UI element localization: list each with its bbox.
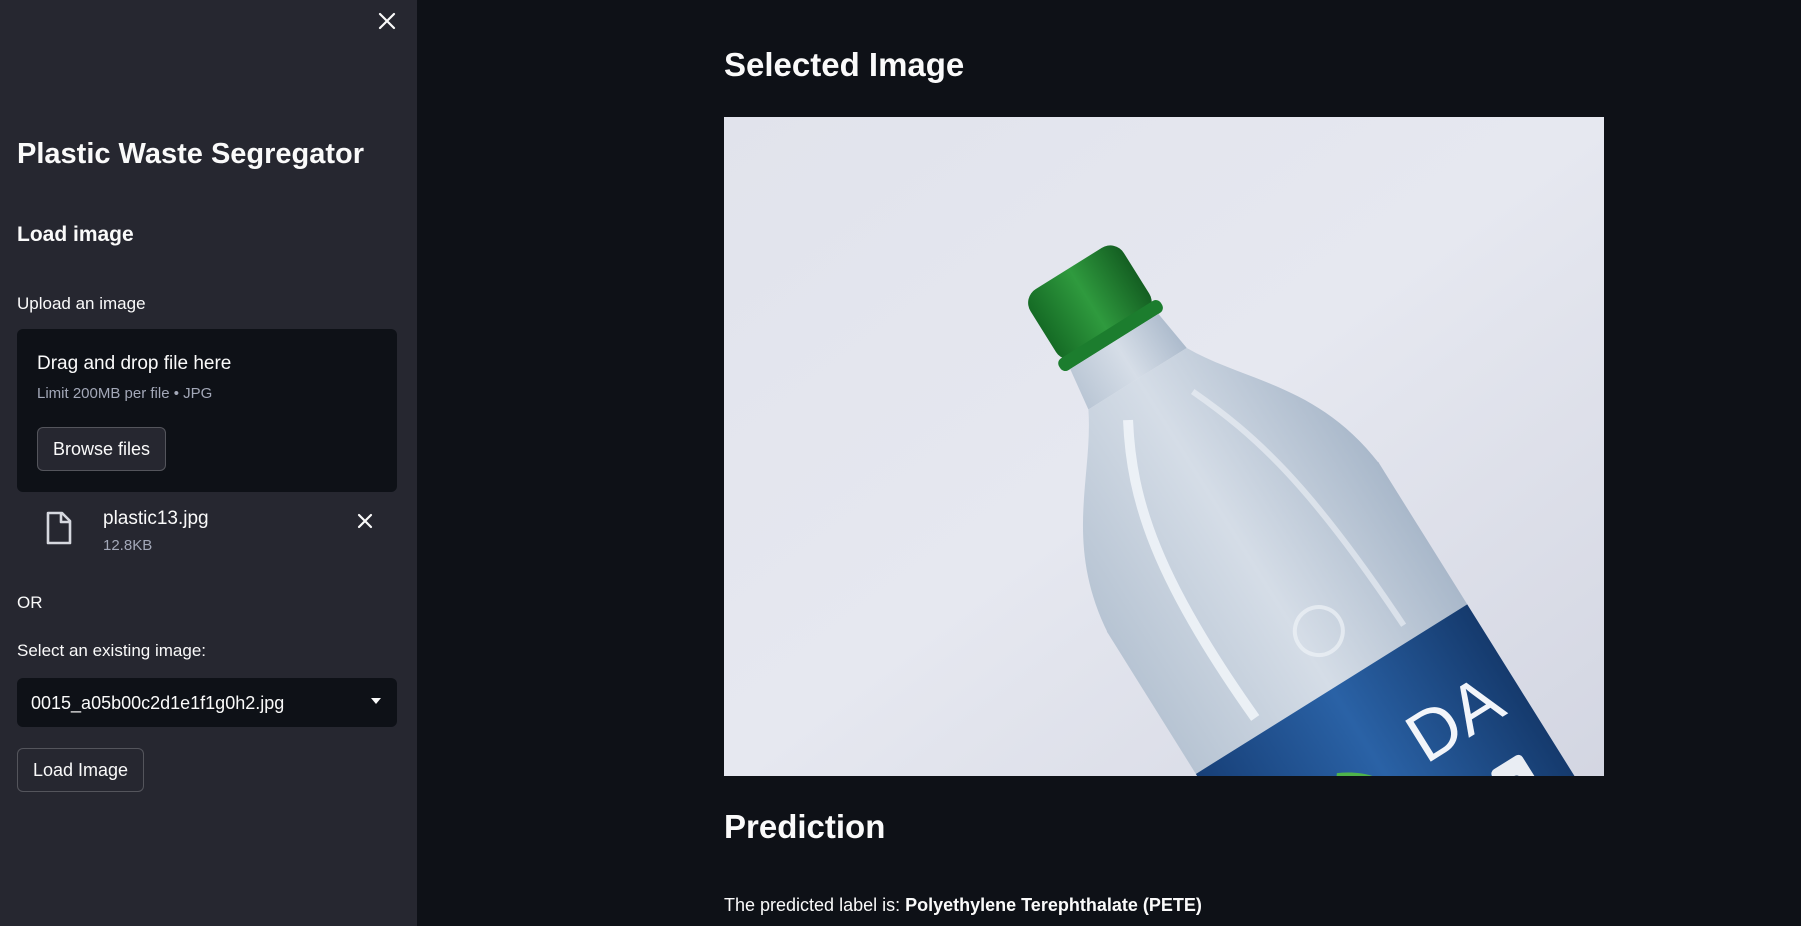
dropzone-limit: Limit 200MB per file • JPG (37, 385, 213, 402)
sidebar: Plastic Waste Segregator Load image Uplo… (0, 0, 417, 926)
close-icon (357, 513, 373, 529)
close-icon (378, 12, 396, 30)
app-title: Plastic Waste Segregator (17, 138, 365, 170)
or-text: OR (17, 593, 43, 612)
upload-label: Upload an image (17, 294, 146, 313)
caret-down-icon (371, 698, 381, 704)
load-image-subheader: Load image (17, 223, 134, 246)
prediction-heading: Prediction (724, 808, 886, 845)
file-name: plastic13.jpg (103, 508, 209, 529)
existing-image-select[interactable]: 0015_a05b00c2d1e1f1g0h2.jpg (17, 678, 397, 727)
file-dropzone[interactable]: Drag and drop file here Limit 200MB per … (17, 329, 397, 492)
prediction-result: The predicted label is: Polyethylene Ter… (724, 894, 1202, 916)
predicted-label: Polyethylene Terephthalate (PETE) (905, 895, 1202, 915)
bottle-photo: DA 0 (724, 117, 1604, 776)
sidebar-close-button[interactable] (374, 8, 400, 34)
load-image-button[interactable]: Load Image (17, 748, 145, 792)
file-size: 12.8KB (103, 537, 153, 554)
prediction-prefix: The predicted label is: (724, 895, 906, 915)
browse-files-button[interactable]: Browse files (37, 427, 167, 471)
select-value: 0015_a05b00c2d1e1f1g0h2.jpg (31, 693, 285, 713)
remove-file-button[interactable] (353, 509, 377, 533)
main-content: Selected Image DA Prediction The predict… (417, 0, 1801, 926)
file-icon (46, 511, 72, 545)
uploaded-file: plastic13.jpg 12.8KB (17, 505, 397, 559)
selected-image: DA 0 (724, 117, 1604, 776)
select-label: Select an existing image: (17, 641, 206, 660)
selected-image-heading: Selected Image (724, 46, 965, 83)
dropzone-title: Drag and drop file here (37, 353, 232, 374)
